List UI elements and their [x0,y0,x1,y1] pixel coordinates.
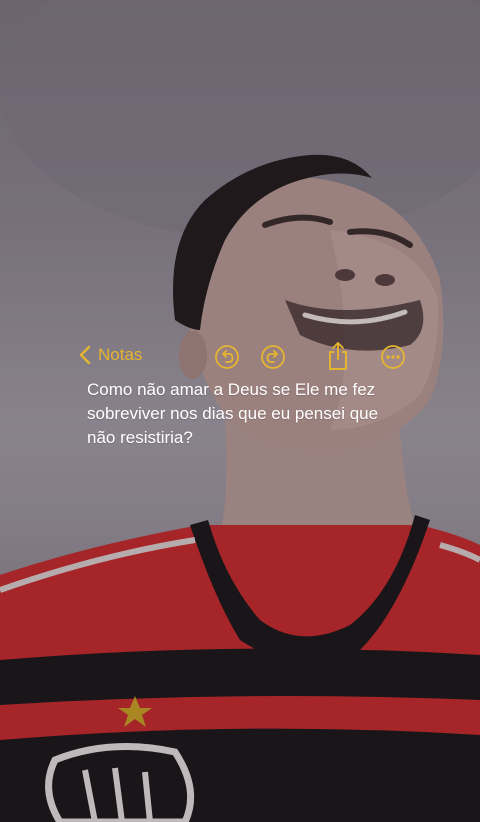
undo-button[interactable] [214,344,240,370]
share-icon [329,342,347,370]
back-button[interactable]: Notas [78,344,142,366]
redo-circle-icon [261,345,285,369]
share-button[interactable] [325,341,351,370]
screen: Notas Como não amar a Deus se Ele me fez… [0,0,480,822]
more-button[interactable] [380,344,406,370]
chevron-left-icon [79,345,91,365]
notes-toolbar: Notas [78,340,408,374]
note-body[interactable]: Como não amar a Deus se Ele me fez sobre… [87,378,417,450]
back-label: Notas [98,345,143,364]
ellipsis-circle-icon [381,345,405,369]
undo-circle-icon [215,345,239,369]
redo-button[interactable] [260,344,286,370]
